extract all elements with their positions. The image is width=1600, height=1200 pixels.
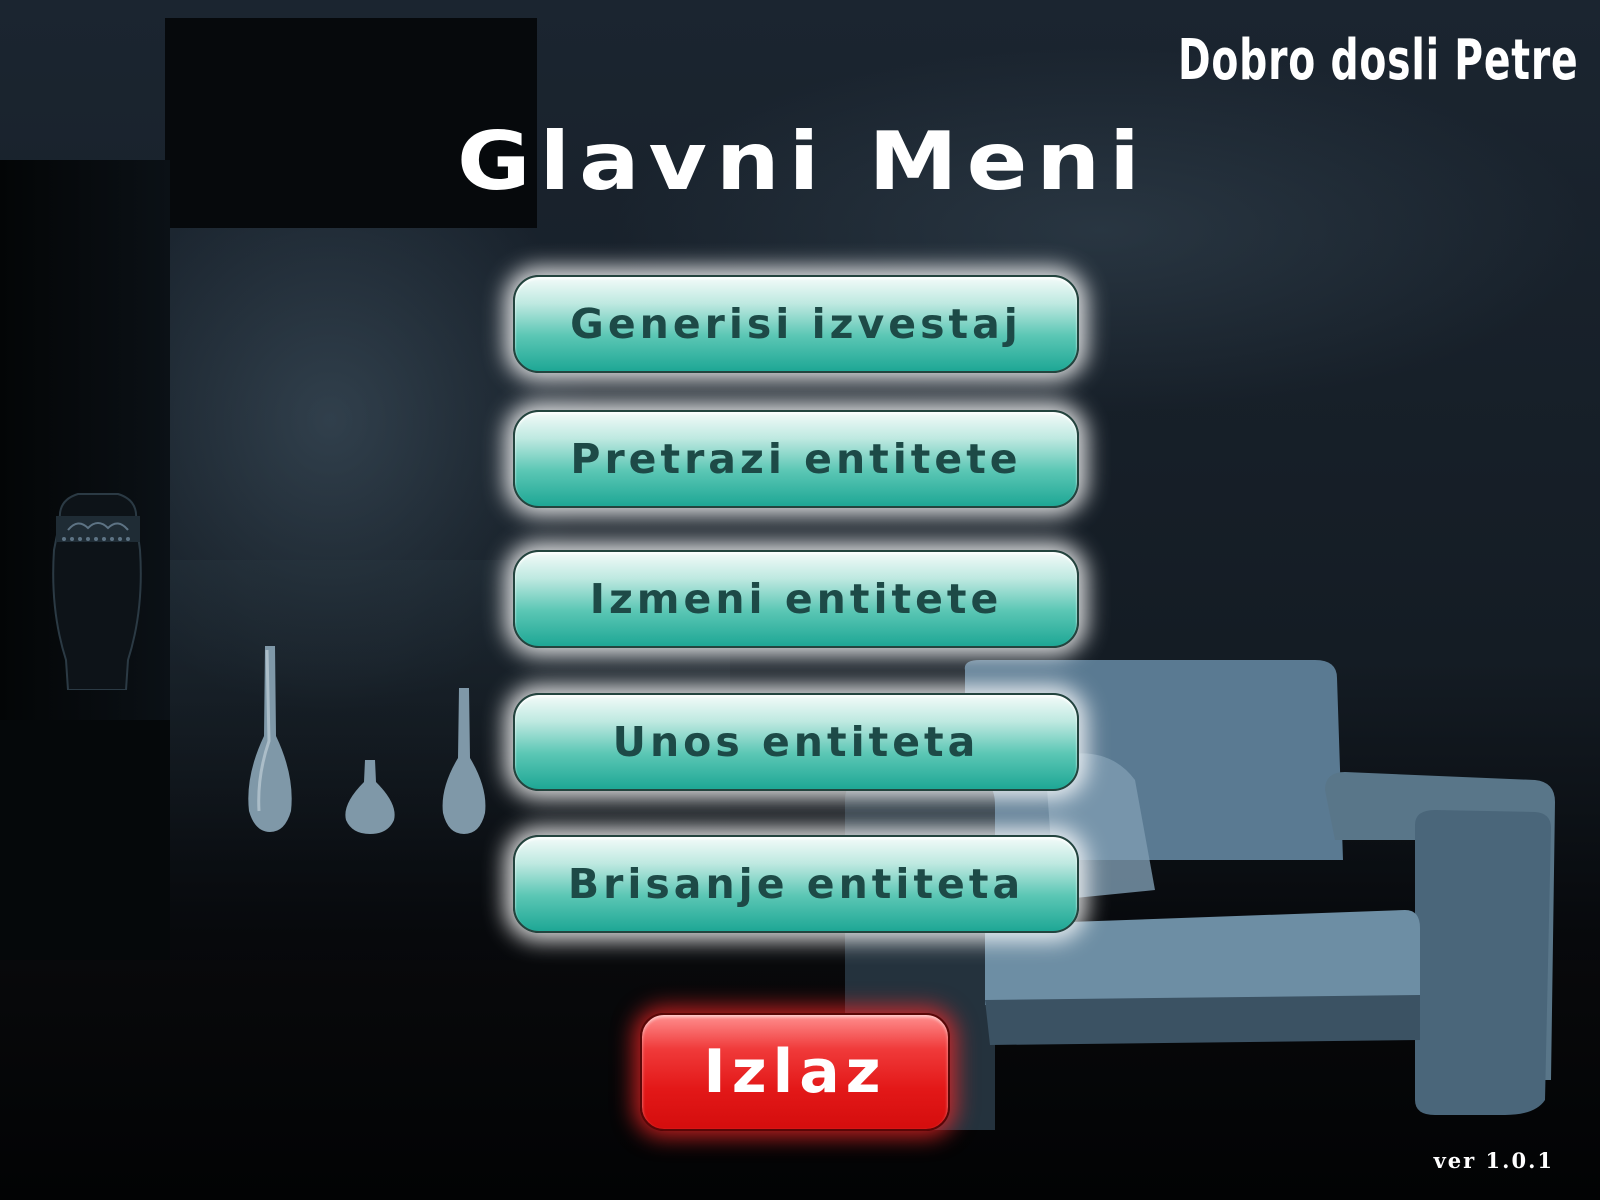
vase-medium-decoration xyxy=(442,688,486,834)
welcome-message: Dobro dosli Petre xyxy=(1177,28,1578,93)
version-label: ver 1.0.1 xyxy=(1433,1148,1554,1173)
main-menu-screen: Dobro dosli Petre Glavni Meni Generisi i… xyxy=(0,0,1600,1200)
exit-button[interactable]: Izlaz xyxy=(640,1013,950,1131)
search-entities-button[interactable]: Pretrazi entitete xyxy=(513,410,1079,508)
generate-report-label: Generisi izvestaj xyxy=(570,300,1022,348)
vase-small-decoration xyxy=(345,760,395,834)
edit-entities-button[interactable]: Izmeni entitete xyxy=(513,550,1079,648)
cabinet xyxy=(0,720,170,970)
add-entity-button[interactable]: Unos entiteta xyxy=(513,693,1079,791)
page-title: Glavni Meni xyxy=(0,115,1600,208)
generate-report-button[interactable]: Generisi izvestaj xyxy=(513,275,1079,373)
page-title-text: Glavni Meni xyxy=(457,115,1149,208)
delete-entity-button[interactable]: Brisanje entiteta xyxy=(513,835,1079,933)
vase-tall-decoration xyxy=(248,646,292,832)
add-entity-label: Unos entiteta xyxy=(612,718,980,766)
urn-decoration xyxy=(52,493,142,690)
edit-entities-label: Izmeni entitete xyxy=(589,575,1003,623)
search-entities-label: Pretrazi entitete xyxy=(570,435,1022,483)
delete-entity-label: Brisanje entiteta xyxy=(567,860,1025,908)
exit-label: Izlaz xyxy=(703,1037,887,1107)
